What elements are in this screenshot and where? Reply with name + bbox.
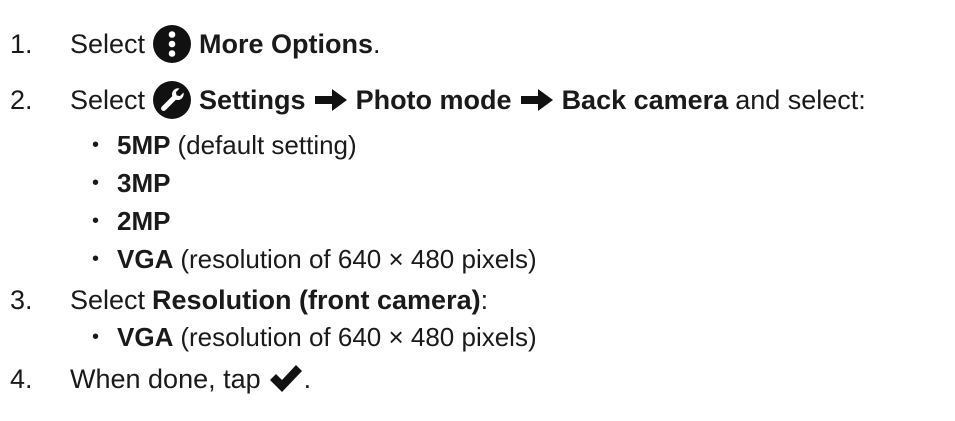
menu-label: Photo mode — [355, 85, 512, 115]
step-3: 3. Select Resolution (front camera): — [0, 283, 488, 317]
step-text: Select — [70, 29, 146, 59]
menu-label: Back camera — [561, 85, 729, 115]
bullet: • — [92, 134, 100, 156]
option-item: • VGA (resolution of 640 × 480 pixels) — [90, 244, 537, 274]
bullet: • — [92, 210, 100, 232]
menu-label: Settings — [199, 85, 306, 115]
option-item: • 3MP — [90, 168, 170, 198]
option-note: (default setting) — [177, 130, 357, 160]
option-label: VGA — [117, 244, 174, 274]
step-number: 3. — [10, 285, 33, 315]
right-arrow-icon — [520, 89, 553, 111]
bullet: • — [92, 248, 100, 270]
step-tail: . — [303, 364, 312, 394]
step-4: 4. When done, tap . — [0, 362, 311, 396]
option-item: • 5MP (default setting) — [90, 130, 357, 160]
option-item: • 2MP — [90, 206, 170, 236]
checkmark-icon — [269, 365, 302, 392]
step-text: Select — [70, 285, 146, 315]
step-text: Select — [70, 85, 146, 115]
step-tail: : — [480, 285, 489, 315]
bullet: • — [92, 172, 100, 194]
bullet: • — [92, 326, 100, 348]
option-label: VGA — [117, 322, 174, 352]
instruction-document: 1. Select More Options. 2. Select Settin… — [0, 0, 955, 421]
step-tail: . — [373, 29, 381, 59]
option-note: (resolution of 640 × 480 pixels) — [180, 322, 537, 352]
option-label: 3MP — [117, 168, 171, 198]
step-number: 2. — [10, 85, 33, 115]
step-text: When done, tap — [70, 364, 261, 394]
menu-label: Resolution (front camera) — [152, 285, 481, 315]
option-note: (resolution of 640 × 480 pixels) — [180, 244, 537, 274]
step-number: 1. — [10, 29, 33, 59]
step-2: 2. Select Settings Photo mode Back camer… — [0, 80, 866, 120]
option-label: 2MP — [117, 206, 171, 236]
option-item: • VGA (resolution of 640 × 480 pixels) — [90, 322, 537, 352]
menu-label: More Options — [199, 29, 374, 59]
option-label: 5MP — [117, 130, 171, 160]
wrench-icon — [153, 81, 192, 119]
step-1: 1. Select More Options. — [0, 24, 381, 64]
step-tail: and select: — [735, 85, 866, 115]
more-options-icon — [153, 25, 192, 63]
step-number: 4. — [10, 364, 33, 394]
right-arrow-icon — [314, 89, 347, 111]
